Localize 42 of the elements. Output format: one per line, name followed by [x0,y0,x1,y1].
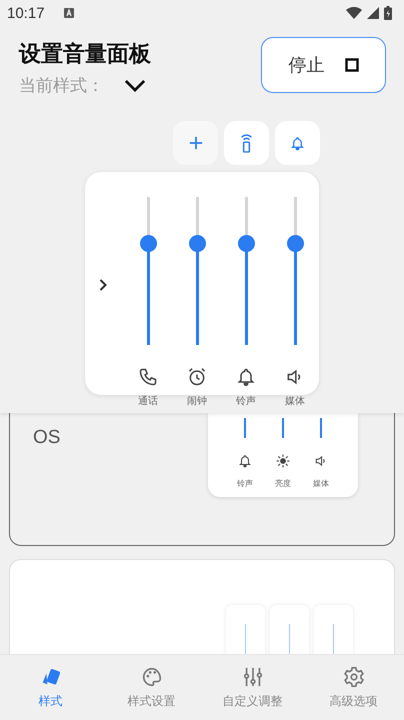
slider-thumb[interactable] [188,235,206,252]
stop-button[interactable]: 停止 [261,37,386,93]
slider-label: 铃声 [236,394,256,408]
nav-tab[interactable]: 样式设置 [101,655,202,720]
sliders-icon [242,666,264,688]
preview-label: 亮度 [275,478,291,489]
page-title: 设置音量面板 [19,40,151,69]
slider-label: 通话 [138,394,158,408]
bell-icon [238,454,252,468]
preview-label: 媒体 [313,478,329,489]
preview-label: 铃声 [237,478,253,489]
chevron-right-icon[interactable] [99,279,107,291]
remote-icon [240,133,253,153]
phone-icon [138,367,158,387]
plus-icon [188,136,202,150]
quick-button[interactable] [275,121,320,165]
alarm-clock-icon [187,367,207,387]
slider-thumb[interactable] [286,235,304,252]
bell-icon [236,367,256,387]
quick-button[interactable] [224,121,269,165]
chevron-down-icon[interactable] [124,79,146,92]
signal-icon [367,7,379,19]
style-title: OS [33,426,60,449]
palette-icon [140,666,162,688]
status-time: 10:17 [7,4,45,22]
nav-tab[interactable]: 样式 [0,655,101,720]
sun-icon [276,454,290,468]
style-card[interactable]: OS 铃声 亮度 媒体 [9,413,395,546]
slider-thumb[interactable] [140,235,156,252]
nav-tab[interactable]: 自定义调整 [202,655,303,720]
quick-button[interactable] [173,121,218,165]
notification-icon [64,8,74,18]
slider-label: 媒体 [285,395,305,408]
nav-tab[interactable]: 高级选项 [303,655,404,720]
current-style-label: 当前样式： [19,75,104,97]
bell-icon [290,136,305,150]
battery-icon [384,6,392,20]
stop-icon [344,58,358,72]
wifi-icon [346,7,362,19]
slider-label: 闹钟 [187,394,207,408]
slider-thumb[interactable] [238,235,254,252]
settings-icon [342,666,364,688]
